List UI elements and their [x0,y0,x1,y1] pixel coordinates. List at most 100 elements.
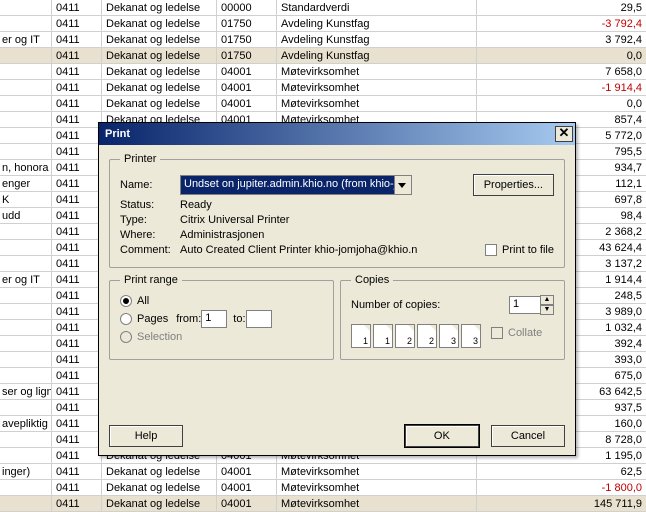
table-row[interactable]: 0411Dekanat og ledelse04001Møtevirksomhe… [0,480,646,496]
cell: 04001 [217,64,277,79]
cell: 0411 [52,64,102,79]
cell: K [0,192,52,207]
cell: Møtevirksomhet [277,480,477,495]
cell [0,64,52,79]
properties-button[interactable]: Properties... [473,174,554,196]
cell: Dekanat og ledelse [102,16,217,31]
cell: Dekanat og ledelse [102,0,217,15]
cell: 0411 [52,80,102,95]
comment-label: Comment: [120,244,180,256]
table-row[interactable]: inger)0411Dekanat og ledelse04001Møtevir… [0,464,646,480]
cell: Møtevirksomhet [277,464,477,479]
cell: Møtevirksomhet [277,80,477,95]
cancel-button[interactable]: Cancel [491,425,565,447]
cell: 0411 [52,416,102,431]
cell: 0411 [52,240,102,255]
copies-label: Number of copies: [351,299,440,311]
table-row[interactable]: 0411Dekanat og ledelse04001Møtevirksomhe… [0,96,646,112]
cell: 0411 [52,160,102,175]
cell [0,144,52,159]
cell: -3 792,4 [477,16,646,31]
cell: udd [0,208,52,223]
cell: 0411 [52,304,102,319]
close-icon[interactable]: ✕ [555,126,573,142]
table-row[interactable]: 0411Dekanat og ledelse01750Avdeling Kuns… [0,16,646,32]
cell: 04001 [217,96,277,111]
cell [0,304,52,319]
printer-select[interactable]: Undset on jupiter.admin.khio.no (from kh… [180,175,412,195]
range-selection-label: Selection [137,331,182,343]
range-all-radio[interactable] [120,295,132,307]
printer-group: Printer Name: Undset on jupiter.admin.kh… [109,153,565,268]
cell: 0411 [52,336,102,351]
cell [0,352,52,367]
print-to-file-label: Print to file [502,244,554,256]
spin-down-icon[interactable]: ▼ [540,305,554,315]
cell: 0411 [52,352,102,367]
cell: 0411 [52,224,102,239]
cell [0,0,52,15]
cell: 0411 [52,128,102,143]
table-row[interactable]: er og IT0411Dekanat og ledelse01750Avdel… [0,32,646,48]
cell: enger [0,176,52,191]
cell: 0411 [52,256,102,271]
cell: ser og ligne [0,384,52,399]
cell: 0411 [52,208,102,223]
spin-up-icon[interactable]: ▲ [540,295,554,305]
table-row[interactable]: 0411Dekanat og ledelse01750Avdeling Kuns… [0,48,646,64]
print-to-file-checkbox[interactable] [485,244,497,256]
cell: 0411 [52,480,102,495]
range-to-input[interactable] [246,310,272,328]
cell [0,320,52,335]
cell [0,496,52,511]
print-range-group: Print range All Pages from: 1 to: [109,274,334,360]
cell: 0,0 [477,96,646,111]
range-all-label: All [137,295,149,307]
dialog-titlebar: Print ✕ [99,123,575,145]
table-row[interactable]: 0411Dekanat og ledelse04001Møtevirksomhe… [0,64,646,80]
dialog-title: Print [105,128,555,140]
cell [0,288,52,303]
help-button[interactable]: Help [109,425,183,447]
cell: 0411 [52,16,102,31]
cell: 0411 [52,496,102,511]
cell: 0411 [52,272,102,287]
range-from-input[interactable]: 1 [201,310,227,328]
cell: inger) [0,464,52,479]
cell: er og IT [0,272,52,287]
ok-button[interactable]: OK [405,425,479,447]
copies-legend: Copies [351,274,393,286]
copies-spinner[interactable]: ▲ ▼ [540,295,554,315]
cell: 0,0 [477,48,646,63]
copies-input[interactable]: 1 [509,296,541,314]
cell: 0411 [52,288,102,303]
cell: Avdeling Kunstfag [277,32,477,47]
cell [0,256,52,271]
cell: 0411 [52,96,102,111]
print-dialog: Print ✕ Printer Name: Undset on jupiter.… [98,122,576,456]
cell: Dekanat og ledelse [102,96,217,111]
cell: 0411 [52,176,102,191]
collate-pages-icon: 11 22 33 [351,324,481,348]
cell: er og IT [0,32,52,47]
table-row[interactable]: 0411Dekanat og ledelse04001Møtevirksomhe… [0,80,646,96]
name-label: Name: [120,179,180,191]
cell: 0411 [52,192,102,207]
chevron-down-icon [398,183,406,188]
cell [0,336,52,351]
cell: 04001 [217,480,277,495]
range-pages-radio[interactable] [120,313,132,325]
cell: Dekanat og ledelse [102,64,217,79]
cell: Dekanat og ledelse [102,48,217,63]
cell: 01750 [217,16,277,31]
table-row[interactable]: 0411Dekanat og ledelse00000Standardverdi… [0,0,646,16]
cell: 0411 [52,432,102,447]
comment-value: Auto Created Client Printer khio-jomjoha… [180,244,477,256]
cell: 7 658,0 [477,64,646,79]
cell: -1 914,4 [477,80,646,95]
cell: 0411 [52,448,102,463]
cell: 04001 [217,496,277,511]
cell [0,432,52,447]
cell: Standardverdi [277,0,477,15]
cell [0,400,52,415]
